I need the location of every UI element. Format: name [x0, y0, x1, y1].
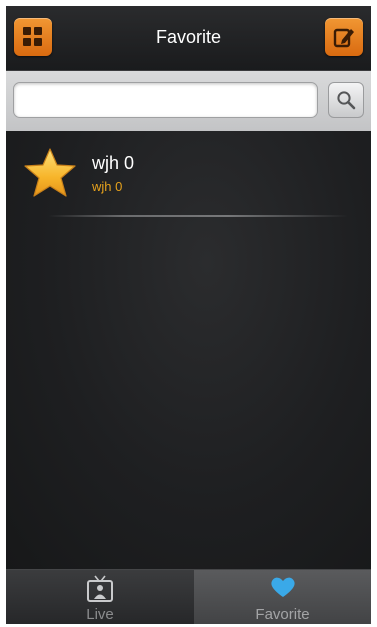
top-bar: Favorite [6, 6, 371, 71]
tab-bar: Live Favorite [6, 569, 371, 624]
tab-favorite[interactable]: Favorite [194, 570, 371, 624]
search-input[interactable] [13, 82, 318, 118]
item-subtitle: wjh 0 [92, 179, 123, 194]
star-icon [22, 147, 78, 204]
tab-live[interactable]: Live [6, 570, 194, 624]
divider [48, 215, 348, 217]
tab-live-label: Live [86, 606, 114, 623]
search-icon [337, 91, 356, 110]
search-button[interactable] [328, 82, 364, 118]
tv-icon [85, 575, 115, 608]
tab-favorite-label: Favorite [255, 606, 310, 623]
edit-button[interactable] [325, 18, 363, 56]
list-item[interactable]: wjh 0 wjh 0 [6, 131, 371, 215]
search-bar [6, 71, 371, 131]
app-screen: Favorite wjh 0 wjh 0 Live Favorite [6, 6, 371, 624]
page-title: Favorite [155, 27, 222, 47]
heart-icon [269, 575, 297, 604]
edit-icon [333, 26, 355, 48]
item-title: wjh 0 [92, 153, 135, 173]
favorites-list: wjh 0 wjh 0 [6, 131, 371, 569]
